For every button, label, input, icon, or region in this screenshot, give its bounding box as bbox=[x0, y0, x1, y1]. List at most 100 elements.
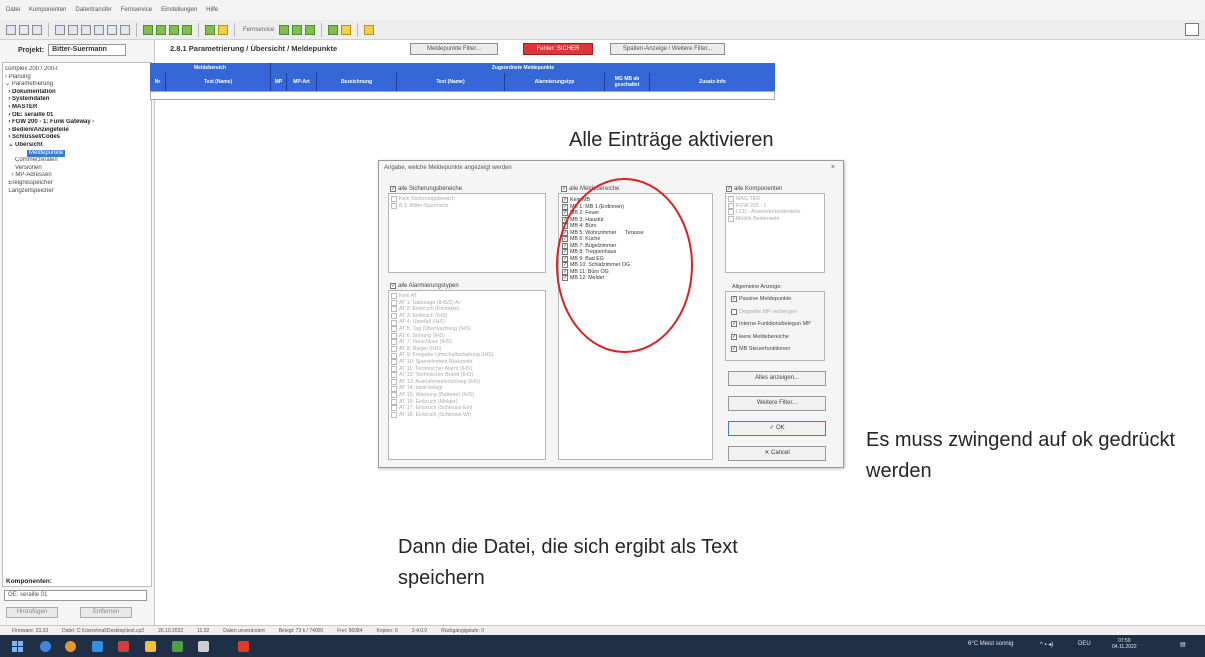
checkbox-icon[interactable] bbox=[391, 359, 397, 366]
checkbox-icon[interactable]: ✓ bbox=[731, 346, 737, 352]
transfer-icon[interactable] bbox=[156, 24, 166, 35]
list-item[interactable]: AT 10: Sperrelement Rückmeld bbox=[391, 359, 494, 366]
show-all-button[interactable]: Alles anzeigen... bbox=[728, 371, 826, 386]
komponenten-header[interactable]: ✓ alle Komponenten bbox=[726, 186, 782, 192]
list-item[interactable]: AT 9: Freigabe Umschaltschaltung (IHS) bbox=[391, 352, 494, 359]
tree-item[interactable]: ⌄ Übersicht bbox=[5, 142, 149, 150]
checkbox-icon[interactable] bbox=[391, 293, 397, 300]
more-filters-button[interactable]: Weitere Filter... bbox=[728, 396, 826, 411]
checkbox-icon[interactable]: ✓ bbox=[726, 186, 732, 192]
complex-app-icon[interactable] bbox=[238, 641, 249, 652]
print-icon[interactable] bbox=[55, 24, 65, 35]
list-item[interactable]: AT 17: Einbruch (Schleuse Ein) bbox=[391, 405, 494, 412]
checkbox-icon[interactable] bbox=[391, 202, 397, 209]
column-header[interactable]: Alarmierungstyp bbox=[505, 73, 605, 91]
option-checkbox[interactable]: ✓ leere Meldebereiche bbox=[731, 333, 789, 340]
transfer-icon[interactable] bbox=[182, 24, 192, 35]
tree-item[interactable]: › MASTER bbox=[5, 104, 149, 112]
checkbox-icon[interactable] bbox=[731, 308, 737, 315]
list-item[interactable]: AT 13: Ausnahmeeinrichtung (IHS) bbox=[391, 379, 494, 386]
transfer-icon[interactable] bbox=[169, 24, 179, 35]
checkbox-icon[interactable] bbox=[391, 385, 397, 392]
checkbox-icon[interactable] bbox=[391, 196, 397, 203]
checkbox-icon[interactable] bbox=[728, 216, 734, 223]
list-item[interactable]: AT 11: Technischer Alarm (IHS) bbox=[391, 366, 494, 373]
menu-item-hilfe[interactable]: Hilfe bbox=[206, 7, 218, 13]
option-checkbox[interactable]: Doppelte MP verbergen bbox=[731, 308, 797, 315]
checkbox-icon[interactable] bbox=[728, 202, 734, 209]
option-checkbox[interactable]: ✓ MB Steuerfunktionen bbox=[731, 346, 790, 352]
checkbox-icon[interactable] bbox=[391, 405, 397, 412]
filter-button[interactable]: Meldepunkte Filter... bbox=[410, 43, 498, 55]
language-indicator[interactable]: DEU bbox=[1078, 641, 1091, 647]
window-restore-icon[interactable] bbox=[1185, 23, 1199, 36]
list-item[interactable]: MAG TER bbox=[728, 196, 801, 203]
remove-component-button[interactable]: Entfernen bbox=[80, 607, 132, 618]
tree-item[interactable]: › Systemdaten bbox=[5, 96, 149, 104]
add-component-button[interactable]: Hinzufügen bbox=[6, 607, 58, 618]
folder-icon[interactable] bbox=[145, 641, 156, 652]
checkbox-icon[interactable] bbox=[391, 313, 397, 320]
column-header[interactable]: Text (Name) bbox=[166, 73, 271, 91]
column-header[interactable]: MP-Art bbox=[287, 73, 317, 91]
menu-item-fernservice[interactable]: Fernservice bbox=[121, 7, 152, 13]
remote-icon[interactable] bbox=[279, 24, 290, 35]
menu-item-komponenten[interactable]: Komponenten bbox=[29, 7, 66, 13]
open-folder-icon[interactable] bbox=[19, 24, 29, 35]
close-icon[interactable]: × bbox=[831, 164, 835, 171]
undo-icon[interactable] bbox=[81, 24, 91, 35]
tree-item[interactable]: › Planung bbox=[5, 74, 149, 82]
list-item[interactable]: Mobile Bedienteile bbox=[728, 216, 801, 223]
list-item[interactable]: AT 5: Tag (Überwachung (IHS) bbox=[391, 326, 494, 333]
list-item[interactable]: AT 12: Technischer Brand (IHS) bbox=[391, 372, 494, 379]
checkbox-icon[interactable] bbox=[391, 372, 397, 379]
list-item[interactable]: LCD - Anwenderbedienteile bbox=[728, 209, 801, 216]
checkbox-icon[interactable] bbox=[391, 365, 397, 372]
checkbox-icon[interactable] bbox=[391, 306, 397, 313]
list-item[interactable]: AT 8: Riegel (IHS) bbox=[391, 346, 494, 353]
list-item[interactable]: AT 15: Warnung (Batterie) (IHS) bbox=[391, 392, 494, 399]
list-item[interactable]: AT 4: Überfall (IHS) bbox=[391, 319, 494, 326]
tree-item[interactable]: › Bedien/Anzeigeteile bbox=[5, 127, 149, 135]
ok-button[interactable]: ✓ OK bbox=[728, 421, 826, 436]
weather-widget[interactable]: 6°C Meist sonnig bbox=[968, 641, 1013, 647]
document-icon[interactable] bbox=[364, 24, 375, 35]
checkbox-icon[interactable]: ✓ bbox=[731, 333, 737, 340]
list-item[interactable]: AT 18: Einbruch (Schleuse Wt) bbox=[391, 412, 494, 419]
checkbox-icon[interactable] bbox=[391, 326, 397, 333]
menu-item-einstellungen[interactable]: Einstellungen bbox=[161, 7, 197, 13]
column-header[interactable]: Bezeichnung bbox=[317, 73, 397, 91]
checkbox-icon[interactable] bbox=[391, 339, 397, 346]
tree-item[interactable]: › Schlüssel/Codes bbox=[5, 134, 149, 142]
list-item[interactable]: AT 1: Sabotage (IHS/Z) Al bbox=[391, 300, 494, 307]
error-badge-button[interactable]: Fehler: SICHER bbox=[523, 43, 593, 55]
list-item[interactable]: Kein AT bbox=[391, 293, 494, 300]
column-header[interactable]: Text (Name) bbox=[397, 73, 505, 91]
checkbox-icon[interactable]: ✓ bbox=[731, 296, 737, 302]
column-header[interactable]: Zusatz-Info bbox=[650, 73, 775, 91]
tree-item[interactable]: Meldepunkte bbox=[5, 149, 149, 158]
checkbox-icon[interactable] bbox=[391, 411, 397, 418]
list-item[interactable]: AT 2: Einbruch (Kontakte) bbox=[391, 306, 494, 313]
alarm-header[interactable]: ✓ alle Alarmierungstypen bbox=[390, 283, 459, 289]
connect-icon[interactable] bbox=[205, 24, 215, 35]
remote-icon[interactable] bbox=[292, 24, 303, 35]
checkbox-icon[interactable]: ✓ bbox=[562, 197, 568, 204]
checkbox-icon[interactable] bbox=[728, 196, 734, 203]
tree-item[interactable]: › FGW 200 - 1: Funk Gateway - bbox=[5, 119, 149, 127]
notification-icon[interactable]: ▤ bbox=[1180, 641, 1186, 648]
columns-filter-button[interactable]: Spalten-Anzeige / Weitere Filter... bbox=[610, 43, 725, 55]
list-item[interactable]: B 1: Bitter-Suermann bbox=[391, 203, 455, 210]
mail-icon[interactable] bbox=[92, 641, 103, 652]
option-checkbox[interactable]: ✓ Passive Meldepunkte bbox=[731, 296, 791, 302]
checkbox-icon[interactable]: ✓ bbox=[731, 321, 737, 327]
tree-item[interactable]: › MP-Adressen bbox=[5, 172, 149, 180]
checkbox-icon[interactable]: ✓ bbox=[561, 186, 567, 192]
browser-icon[interactable] bbox=[65, 641, 76, 652]
list-item[interactable]: AT 14: nicht belegt bbox=[391, 385, 494, 392]
tree-item[interactable]: › Dokumentation bbox=[5, 89, 149, 97]
checkbox-icon[interactable] bbox=[391, 398, 397, 405]
checkbox-icon[interactable]: ✓ bbox=[390, 283, 396, 289]
cancel-button[interactable]: ✕ Cancel bbox=[728, 446, 826, 461]
column-header[interactable]: Nr bbox=[150, 73, 166, 91]
